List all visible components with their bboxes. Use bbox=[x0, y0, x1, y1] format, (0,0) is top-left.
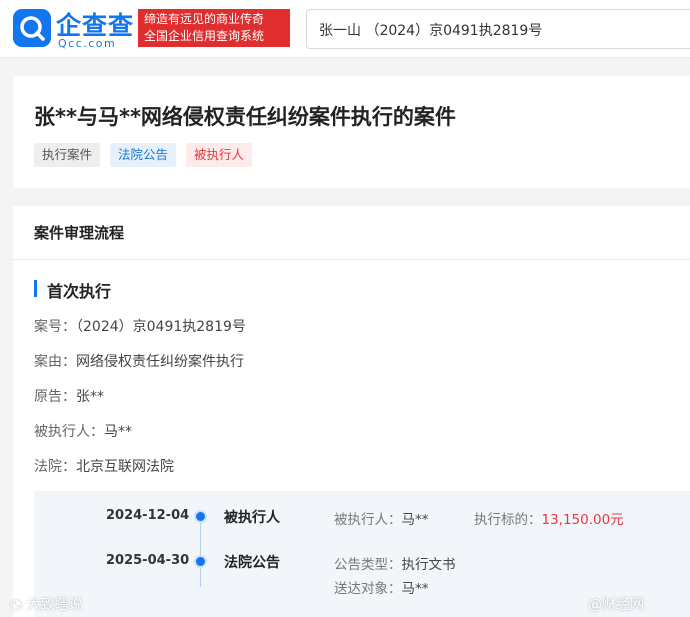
info-value: 马** bbox=[401, 581, 429, 597]
timeline-info-1: 被执行人：马** bbox=[334, 508, 429, 528]
tag-execution-case[interactable]: 执行案件 bbox=[34, 143, 101, 167]
stage-marker bbox=[34, 280, 37, 297]
field-label: 法院： bbox=[34, 459, 76, 475]
timeline-dot-icon bbox=[194, 555, 207, 568]
logo-domain: Qcc.com bbox=[58, 37, 117, 50]
watermark-right-text: @财经网 bbox=[588, 597, 644, 613]
info-label: 送达对象： bbox=[334, 581, 402, 597]
field-case-number: 案号：（2024）京0491执2819号 bbox=[34, 316, 246, 336]
slogan-line-1: 缔造有远见的商业传奇 bbox=[144, 12, 265, 26]
weibo-icon: ◔ bbox=[10, 597, 23, 613]
slogan-line-2: 全国企业信用查询系统 bbox=[144, 29, 265, 43]
info-label: 公告类型： bbox=[334, 557, 402, 573]
timeline-info-1: 公告类型：执行文书 bbox=[334, 553, 456, 573]
timeline-dot-icon bbox=[194, 510, 207, 523]
info-label: 被执行人： bbox=[334, 512, 402, 528]
timeline-info-2: 送达对象：马** bbox=[334, 577, 429, 597]
field-label: 案由： bbox=[34, 354, 76, 370]
case-title: 张**与马**网络侵权责任纠纷案件执行的案件 bbox=[34, 105, 456, 129]
execution-amount: 13,150.00元 bbox=[541, 512, 624, 528]
field-court: 法院：北京互联网法院 bbox=[34, 456, 174, 476]
watermark-left: ◔ 大致瞎说 bbox=[10, 594, 83, 614]
info-label: 执行标的： bbox=[474, 512, 542, 528]
info-value: 马** bbox=[401, 512, 429, 528]
slogan-banner: 缔造有远见的商业传奇 全国企业信用查询系统 bbox=[138, 9, 290, 47]
case-process-card: 案件审理流程 首次执行 案号：（2024）京0491执2819号 案由：网络侵权… bbox=[13, 206, 690, 617]
field-debtor: 被执行人：马** bbox=[34, 421, 132, 441]
section-title: 案件审理流程 bbox=[34, 224, 125, 242]
tag-court-notice[interactable]: 法院公告 bbox=[110, 143, 177, 167]
tag-debtor[interactable]: 被执行人 bbox=[186, 143, 253, 167]
watermark-right: @财经网 bbox=[588, 594, 644, 614]
top-header: 企查查 Qcc.com 缔造有远见的商业传奇 全国企业信用查询系统 张一山 （2… bbox=[0, 0, 690, 58]
field-value: 北京互联网法院 bbox=[76, 459, 174, 475]
watermark-left-text: 大致瞎说 bbox=[26, 597, 83, 613]
search-input[interactable]: 张一山 （2024）京0491执2819号 bbox=[306, 9, 690, 49]
field-value: 张** bbox=[76, 389, 104, 405]
field-value: 网络侵权责任纠纷案件执行 bbox=[76, 354, 244, 370]
case-summary-card: 张**与马**网络侵权责任纠纷案件执行的案件 执行案件 法院公告 被执行人 bbox=[13, 76, 690, 188]
field-label: 被执行人： bbox=[34, 424, 104, 440]
section-divider bbox=[13, 259, 690, 260]
stage-title: 首次执行 bbox=[47, 282, 112, 301]
field-label: 案号： bbox=[34, 319, 76, 335]
timeline-type: 法院公告 bbox=[224, 555, 280, 571]
timeline-date: 2024-12-04 bbox=[106, 508, 190, 523]
timeline-type: 被执行人 bbox=[224, 510, 280, 526]
field-plaintiff: 原告：张** bbox=[34, 386, 104, 406]
timeline-info-2: 执行标的：13,150.00元 bbox=[474, 508, 624, 528]
field-label: 原告： bbox=[34, 389, 76, 405]
field-value: 马** bbox=[104, 424, 132, 440]
info-value: 执行文书 bbox=[401, 557, 456, 573]
qcc-logo-icon[interactable] bbox=[13, 9, 51, 47]
field-cause: 案由：网络侵权责任纠纷案件执行 bbox=[34, 351, 244, 371]
field-value: （2024）京0491执2819号 bbox=[76, 319, 246, 335]
timeline-date: 2025-04-30 bbox=[106, 553, 190, 568]
timeline-line bbox=[200, 517, 201, 587]
